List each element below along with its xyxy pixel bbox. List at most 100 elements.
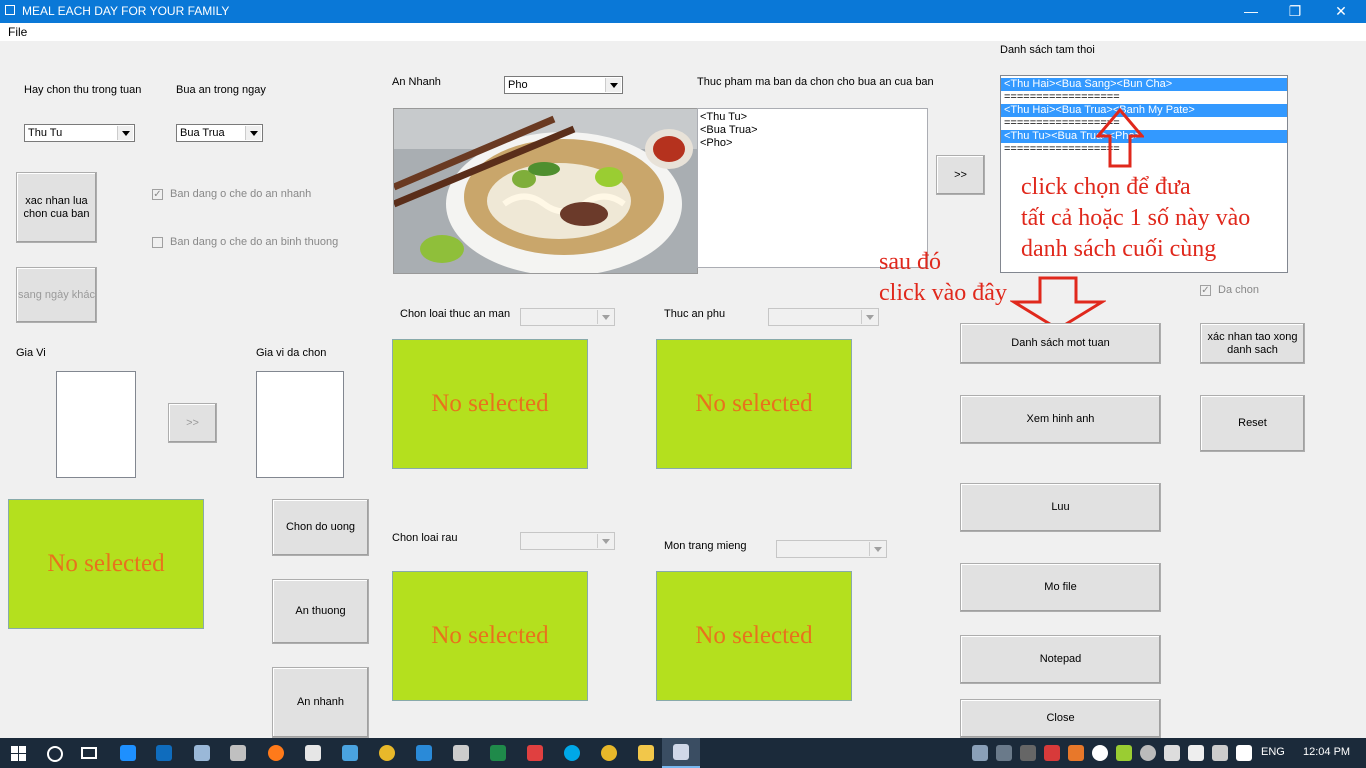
arrow-up-annotation-icon xyxy=(1096,108,1144,168)
confirm-selection-button[interactable]: xac nhan lua chon cua ban xyxy=(16,172,97,243)
chevron-down-icon xyxy=(605,78,621,92)
confirm-done-button[interactable]: xác nhan tao xong danh sach xyxy=(1200,323,1305,364)
paint-icon[interactable] xyxy=(230,745,246,761)
app-icon[interactable] xyxy=(527,745,543,761)
skype-icon[interactable] xyxy=(564,745,580,761)
temp-list-item[interactable]: <Thu Hai><Bua Trua><Banh My Pate> xyxy=(1001,104,1287,117)
menu-bar: File xyxy=(0,23,1366,41)
fastfood-button[interactable]: An nhanh xyxy=(272,667,369,738)
open-file-button[interactable]: Mo file xyxy=(960,563,1161,612)
vegetable-select[interactable] xyxy=(520,532,615,550)
salty-food-image-placeholder: No selected xyxy=(392,339,588,469)
selected-checkbox[interactable]: ✓ xyxy=(1200,285,1211,296)
dessert-select[interactable] xyxy=(776,540,887,558)
side-food-select[interactable] xyxy=(768,308,879,326)
volume-icon[interactable] xyxy=(1164,745,1180,761)
day-select[interactable]: Thu Tu xyxy=(24,124,135,142)
language-indicator[interactable]: ENG xyxy=(1261,746,1285,758)
network-icon[interactable] xyxy=(1188,745,1204,761)
excel-icon[interactable] xyxy=(490,745,506,761)
spice-list[interactable] xyxy=(56,371,136,478)
firefox-icon[interactable] xyxy=(268,745,284,761)
meal-select-value: Bua Trua xyxy=(180,127,225,139)
normal-mode-label: Ban dang o che do an binh thuong xyxy=(170,236,339,248)
side-food-image-placeholder: No selected xyxy=(656,339,852,469)
windows-start-icon[interactable] xyxy=(11,746,26,761)
meal-select[interactable]: Bua Trua xyxy=(176,124,263,142)
chosen-spice-label: Gia vi da chon xyxy=(256,347,327,359)
tray-icon[interactable] xyxy=(1068,745,1084,761)
side-food-label: Thuc an phu xyxy=(664,308,726,320)
file-explorer-icon[interactable] xyxy=(638,745,654,761)
task-view-icon[interactable] xyxy=(81,747,97,759)
chevron-down-icon xyxy=(869,542,885,556)
tray-icon[interactable] xyxy=(996,745,1012,761)
menu-file[interactable]: File xyxy=(8,25,27,39)
tray-icon[interactable] xyxy=(1140,745,1156,761)
app-icon xyxy=(673,744,689,760)
action-center-icon[interactable] xyxy=(1236,745,1252,761)
chrome-icon[interactable] xyxy=(379,745,395,761)
chosen-food-label: Thuc pham ma ban da chon cho bua an cua … xyxy=(697,76,934,88)
salty-food-select[interactable] xyxy=(520,308,615,326)
normal-mode-checkbox[interactable] xyxy=(152,237,163,248)
chevron-down-icon xyxy=(117,126,133,140)
store-icon[interactable] xyxy=(305,745,321,761)
chevron-down-icon xyxy=(861,310,877,324)
add-to-temp-list-button[interactable]: >> xyxy=(936,155,985,195)
next-day-button[interactable]: sang ngày khác xyxy=(16,267,97,323)
fastfood-select[interactable]: Pho xyxy=(504,76,623,94)
chosen-spice-list[interactable] xyxy=(256,371,344,478)
dessert-label: Mon trang mieng xyxy=(664,540,747,552)
temp-list-label: Danh sách tam thoi xyxy=(1000,44,1095,56)
chosen-food-line: <Pho> xyxy=(700,137,733,149)
tray-icon[interactable] xyxy=(1020,745,1036,761)
wifi-icon[interactable] xyxy=(1212,745,1228,761)
temp-list-items: <Thu Hai><Bua Sang><Bun Cha> ============… xyxy=(1001,78,1287,156)
reset-button[interactable]: Reset xyxy=(1200,395,1305,452)
notepad-app-icon[interactable] xyxy=(194,745,210,761)
temp-list-item[interactable]: ================== xyxy=(1001,143,1287,156)
chrome-icon[interactable] xyxy=(601,745,617,761)
notepad-button[interactable]: Notepad xyxy=(960,635,1161,684)
choose-drink-button[interactable]: Chon do uong xyxy=(272,499,369,556)
chevron-down-icon xyxy=(245,126,261,140)
app-icon xyxy=(5,5,15,15)
annotation-line: tất cả hoặc 1 số này vào xyxy=(1021,205,1251,231)
edge-icon[interactable] xyxy=(156,745,172,761)
search-icon[interactable] xyxy=(47,746,63,762)
temp-list-item[interactable]: <Thu Hai><Bua Sang><Bun Cha> xyxy=(1001,78,1287,91)
taskbar: ENG 12:04 PM xyxy=(0,738,1366,768)
temp-list-item[interactable]: <Thu Tu><Bua Trua><Pho> xyxy=(1001,130,1287,143)
annotation-line: click vào đây xyxy=(879,280,1007,306)
temp-list-item[interactable]: ================== xyxy=(1001,117,1287,130)
taskbar-active-app[interactable] xyxy=(662,738,700,768)
dessert-image-placeholder: No selected xyxy=(656,571,852,701)
fastfood-mode-checkbox[interactable]: ✓ xyxy=(152,189,163,200)
chevron-down-icon xyxy=(597,534,613,548)
week-list-button[interactable]: Danh sách mot tuan xyxy=(960,323,1161,364)
close-window-button[interactable]: ✕ xyxy=(1318,0,1364,23)
ie-icon[interactable] xyxy=(120,745,136,761)
fastfood-mode-label: Ban dang o che do an nhanh xyxy=(170,188,312,200)
restore-button[interactable]: ❐ xyxy=(1272,0,1318,23)
app-icon[interactable] xyxy=(453,745,469,761)
tray-icon[interactable] xyxy=(1044,745,1060,761)
tray-icon[interactable] xyxy=(972,745,988,761)
chosen-food-textbox[interactable]: <Thu Tu> <Bua Trua> <Pho> xyxy=(697,108,928,268)
annotation-select-hint: click chọn để đưa tất cả hoặc 1 số này v… xyxy=(1021,172,1250,265)
add-spice-button[interactable]: >> xyxy=(168,403,217,443)
view-image-button[interactable]: Xem hinh anh xyxy=(960,395,1161,444)
clock[interactable]: 12:04 PM xyxy=(1303,746,1350,758)
keyboard-icon[interactable] xyxy=(342,745,358,761)
chevron-down-icon xyxy=(597,310,613,324)
temp-list-item[interactable]: ================== xyxy=(1001,91,1287,104)
save-button[interactable]: Luu xyxy=(960,483,1161,532)
onedrive-icon[interactable] xyxy=(1092,745,1108,761)
chosen-food-line: <Bua Trua> xyxy=(700,124,758,136)
app-icon[interactable] xyxy=(416,745,432,761)
minimize-button[interactable]: — xyxy=(1228,0,1274,23)
tray-icon[interactable] xyxy=(1116,745,1132,761)
close-button[interactable]: Close xyxy=(960,699,1161,738)
normal-food-button[interactable]: An thuong xyxy=(272,579,369,644)
